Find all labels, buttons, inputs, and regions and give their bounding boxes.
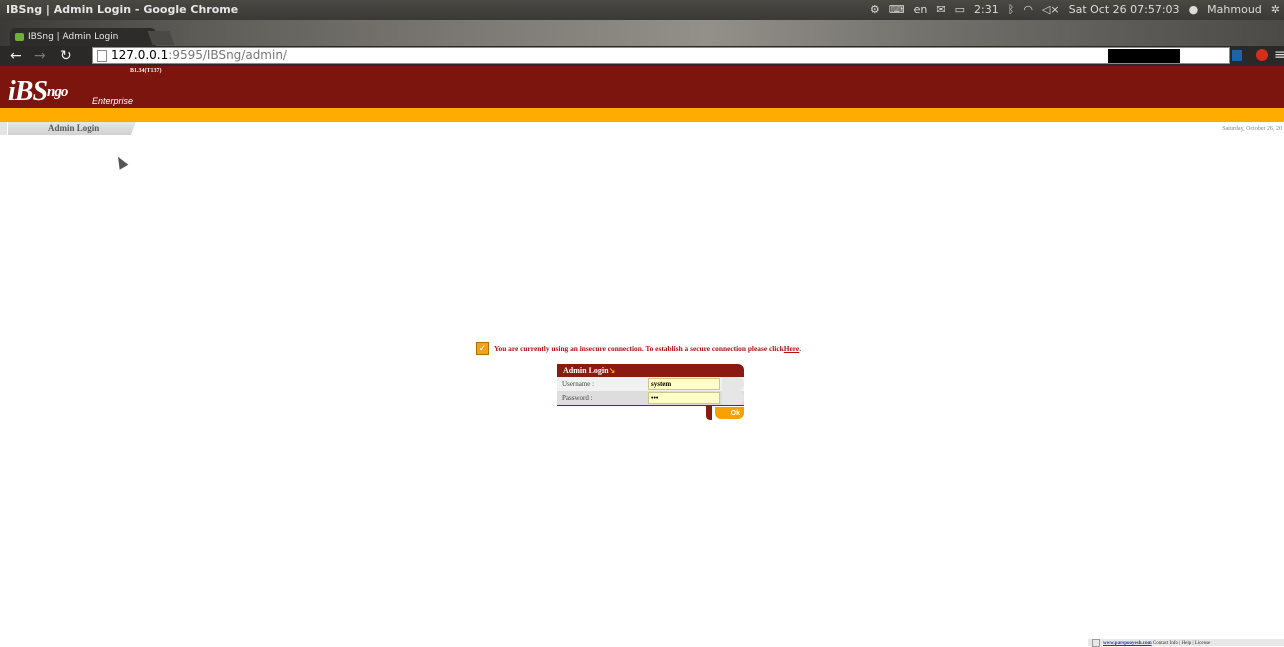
password-label: Password : (562, 394, 593, 402)
chrome-menu-icon[interactable]: ≡ (1274, 47, 1284, 63)
company-link[interactable]: www.parspooyesh.com (1103, 641, 1152, 646)
insecure-connection-warning: ✓ You are currently using an insecure co… (476, 342, 801, 355)
extension-chart-icon[interactable] (1232, 50, 1242, 61)
row-cap (722, 391, 744, 405)
page-icon (97, 50, 107, 62)
login-footer: Ok (557, 406, 744, 420)
login-header: Admin Login↘ (557, 364, 744, 377)
user-icon[interactable]: ● (1189, 3, 1199, 16)
url-path: :9595/IBSng/admin/ (168, 48, 287, 62)
battery-time[interactable]: 2:31 (974, 3, 999, 16)
admin-login-form: Admin Login↘ Username : Password : Ok (557, 364, 744, 420)
network-apps-icon[interactable]: ⚙ (870, 3, 880, 16)
url-host: 127.0.0.1 (111, 48, 169, 62)
row-cap (722, 377, 744, 391)
username-input[interactable] (648, 378, 720, 390)
keyboard-layout-indicator[interactable]: en (914, 3, 928, 16)
forward-arrow-icon[interactable]: → (34, 47, 46, 65)
ibsng-logo: iBSngo (8, 76, 68, 107)
tab-title: IBSng | Admin Login (28, 32, 119, 42)
password-input[interactable] (648, 392, 720, 404)
logo-main: iBS (8, 76, 48, 107)
browser-tab-strip: IBSng | Admin Login (0, 20, 1284, 46)
reload-icon[interactable]: ↻ (60, 47, 72, 65)
browser-tab-ibsng[interactable]: IBSng | Admin Login (10, 28, 156, 46)
orange-stripe (0, 108, 1284, 122)
volume-mute-icon[interactable]: ◁× (1042, 3, 1060, 16)
redacted-bar (1108, 49, 1180, 63)
logo-ngo: ngo (47, 84, 68, 100)
checkmark-warning-icon: ✓ (476, 342, 489, 355)
system-indicators: ⚙ ⌨ en ✉ ▭ 2:31 ᛒ ◠ ◁× Sat Oct 26 07:57:… (870, 3, 1280, 16)
secure-connection-link[interactable]: Here (784, 344, 799, 353)
extension-block-icon[interactable] (1256, 49, 1268, 61)
warning-text: You are currently using an insecure conn… (494, 344, 784, 353)
version-label: B1.34(T137) (130, 68, 162, 74)
back-arrow-icon[interactable]: ← (10, 47, 22, 65)
clock[interactable]: Sat Oct 26 07:57:03 (1069, 3, 1180, 16)
window-title: IBSng | Admin Login - Google Chrome (6, 3, 239, 16)
new-tab-button[interactable] (147, 31, 175, 45)
keyboard-icon[interactable]: ⌨ (889, 3, 905, 16)
footer-accent (706, 406, 712, 420)
corner-arrow-icon: ↘ (608, 366, 616, 375)
bluetooth-icon[interactable]: ᛒ (1008, 3, 1015, 16)
mail-icon[interactable]: ✉ (936, 3, 945, 16)
current-date: Saturday, October 26, 20 (1222, 126, 1282, 132)
system-top-panel: IBSng | Admin Login - Google Chrome ⚙ ⌨ … (0, 0, 1284, 20)
login-title: Admin Login (563, 366, 609, 375)
username-label: Username : (562, 380, 595, 388)
tab-favicon-icon (15, 33, 24, 41)
wifi-icon[interactable]: ◠ (1023, 3, 1033, 16)
breadcrumb-bar (0, 122, 1284, 136)
footer-links[interactable]: Contact Info | Help | License (1153, 641, 1210, 646)
address-bar[interactable]: 127.0.0.1:9595/IBSng/admin/ ☆ (92, 47, 1230, 64)
ok-button[interactable]: Ok (715, 407, 744, 419)
browser-toolbar: ← → ↻ 127.0.0.1:9595/IBSng/admin/ ☆ ≡ (0, 46, 1284, 66)
logo-subtitle: Enterprise (92, 96, 134, 106)
battery-icon[interactable]: ▭ (955, 3, 965, 16)
mouse-cursor-icon (113, 154, 129, 170)
breadcrumb-label: Admin Login (48, 123, 100, 133)
page-header-banner: iBSngo Enterprise B1.34(T137) (0, 66, 1284, 108)
user-name[interactable]: Mahmoud (1207, 3, 1262, 16)
page-footer: www.parspooyesh.com Contact Info | Help … (1088, 639, 1284, 647)
password-row: Password : (557, 391, 744, 406)
breadcrumb-left-cap (0, 122, 7, 135)
warning-period: . (799, 344, 802, 353)
username-row: Username : (557, 377, 744, 391)
settings-gear-icon[interactable]: ✲ (1271, 3, 1280, 16)
